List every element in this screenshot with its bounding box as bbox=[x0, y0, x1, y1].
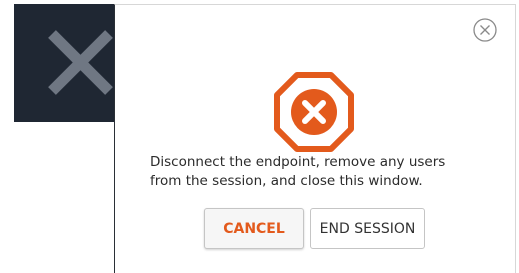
message-line-1: Disconnect the endpoint, remove any user… bbox=[150, 154, 446, 170]
close-circle-icon[interactable] bbox=[472, 17, 498, 43]
end-session-dialog: Disconnect the endpoint, remove any user… bbox=[114, 4, 516, 273]
close-icon[interactable] bbox=[38, 20, 123, 105]
background-panel bbox=[14, 4, 114, 122]
message-line-2: from the session, and close this window. bbox=[150, 173, 423, 189]
dialog-message: Disconnect the endpoint, remove any user… bbox=[150, 153, 490, 191]
end-session-button[interactable]: END SESSION bbox=[310, 208, 425, 249]
octagon-x-icon bbox=[274, 72, 354, 152]
cancel-button[interactable]: CANCEL bbox=[204, 208, 304, 249]
